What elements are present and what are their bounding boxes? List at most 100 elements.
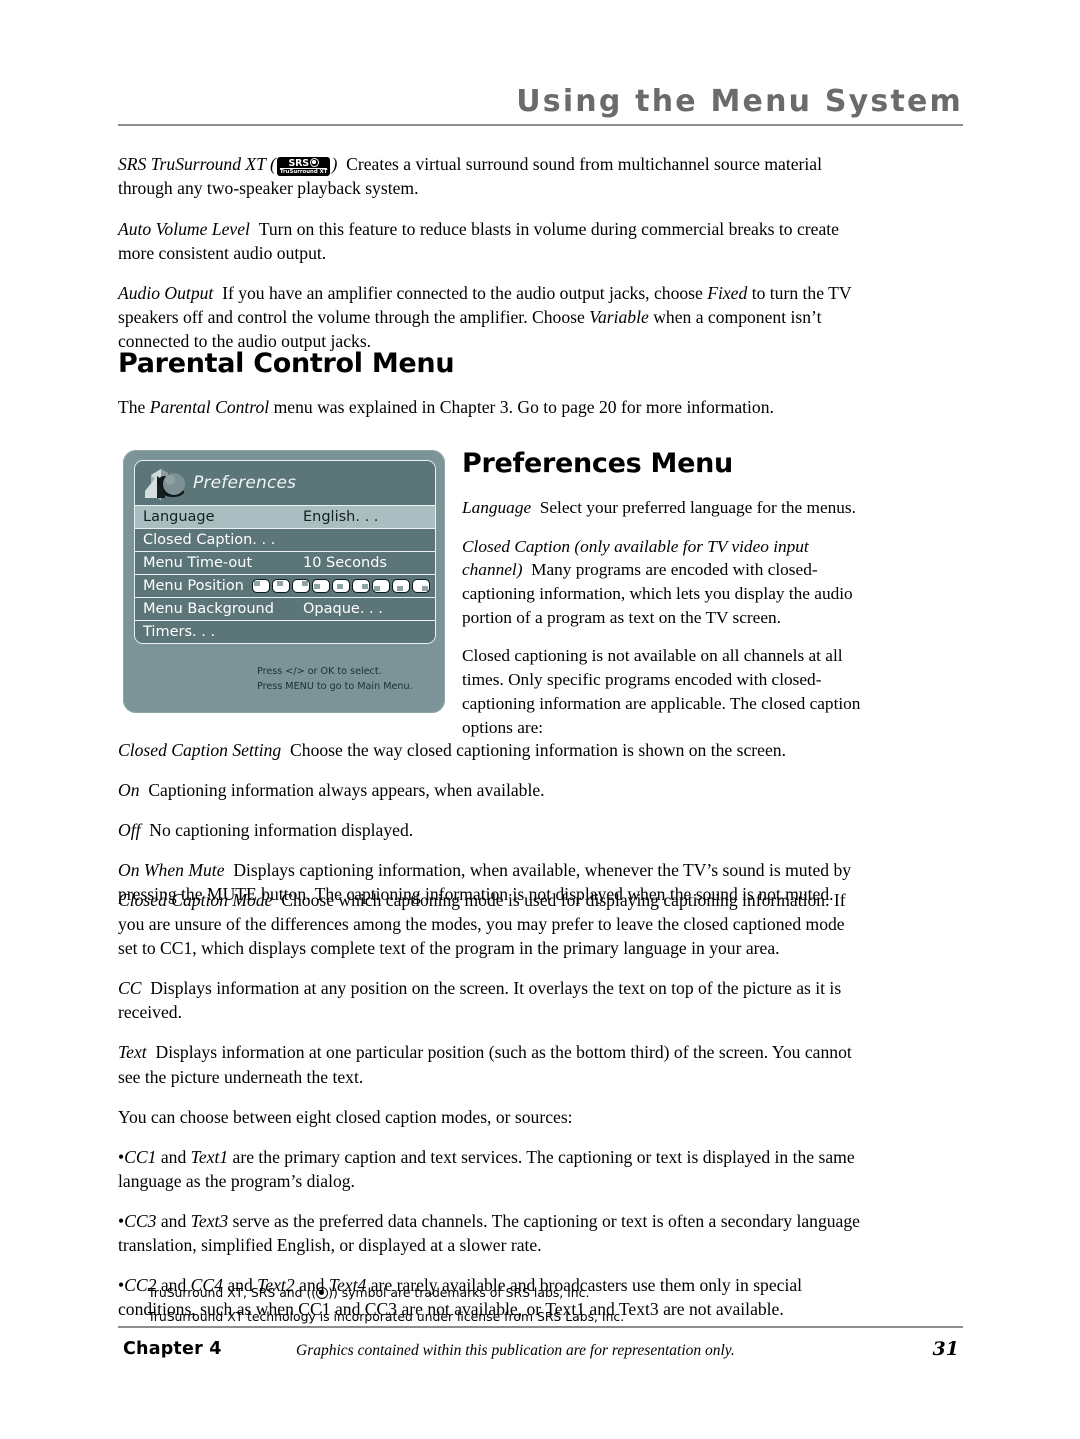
bullet-cc3-text3: •CC3 and Text3 serve as the preferred da… bbox=[118, 1209, 863, 1257]
term-auto-volume-level: Auto Volume Level bbox=[118, 218, 250, 239]
text-mid-1: and bbox=[156, 1146, 191, 1167]
paragraph-cc-mode: Closed Caption Mode Choose which caption… bbox=[118, 888, 863, 960]
term-mode-cc: CC bbox=[118, 978, 142, 999]
term-fixed: Fixed bbox=[707, 282, 748, 303]
menu-row-label: Menu Background bbox=[143, 601, 274, 617]
paragraph-srs-trusurround: SRS TruSurround XT (SRS TruSurround XT) C… bbox=[118, 152, 863, 201]
menu-position-br-icon[interactable] bbox=[411, 579, 430, 593]
paragraph-cc-option-off: Off No captioning information displayed. bbox=[118, 818, 863, 842]
section-title-parental-control: Parental Control Menu bbox=[118, 348, 455, 379]
menu-hint-line-2: Press MENU to go to Main Menu. bbox=[257, 681, 413, 693]
menu-position-marker bbox=[313, 583, 320, 589]
menu-position-bl-icon[interactable] bbox=[371, 579, 390, 593]
trademark-line-2: TruSurround XT technology is incorporate… bbox=[148, 1308, 625, 1324]
text-mode-text: Displays information at one particular p… bbox=[118, 1042, 852, 1087]
trademark-text-1a: TruSurround XT, SRS and (( bbox=[148, 1285, 317, 1300]
text-cc-off: No captioning information displayed. bbox=[149, 820, 414, 841]
term-cc1: CC1 bbox=[124, 1146, 157, 1167]
menu-position-tr-icon[interactable] bbox=[291, 579, 310, 593]
preferences-menu-block: Preferences Menu Language Select your pr… bbox=[462, 448, 862, 754]
menu-row-label: Closed Caption. . . bbox=[143, 532, 276, 548]
menu-position-marker bbox=[276, 581, 283, 586]
menu-position-marker bbox=[336, 583, 343, 589]
paragraph-cc-mode-text: Text Displays information at one particu… bbox=[118, 1040, 863, 1088]
bullet-cc1-text1: •CC1 and Text1 are the primary caption a… bbox=[118, 1145, 863, 1193]
page-footer: Chapter 4 Graphics contained within this… bbox=[118, 1336, 963, 1366]
paragraph-auto-volume-level: Auto Volume Level Turn on this feature t… bbox=[118, 217, 863, 265]
menu-position-tl-icon[interactable] bbox=[251, 579, 270, 593]
menu-row-label: Timers. . . bbox=[143, 624, 216, 640]
srs-symbol-icon bbox=[316, 1287, 329, 1299]
menu-position-icons[interactable] bbox=[251, 579, 430, 593]
menu-row-value: English. . . bbox=[303, 509, 379, 525]
menu-row-menu-background[interactable]: Menu Background Opaque. . . bbox=[135, 597, 435, 620]
term-srs-trusurround: SRS TruSurround XT ( bbox=[118, 154, 276, 174]
footer-page-number: 31 bbox=[932, 1338, 959, 1360]
menu-position-bc-icon[interactable] bbox=[391, 579, 410, 593]
menu-row-closed-caption[interactable]: Closed Caption. . . bbox=[135, 528, 435, 551]
running-head: Using the Menu System bbox=[516, 84, 963, 119]
menu-list-panel: Preferences Language English. . . Closed C… bbox=[134, 460, 436, 644]
document-page: Using the Menu System SRS TruSurround XT… bbox=[0, 0, 1080, 1439]
text-bullet-1-rest: are the primary caption and text service… bbox=[118, 1146, 855, 1191]
srs-logo-top-text: SRS bbox=[288, 157, 309, 169]
srs-logo-icon: SRS TruSurround XT bbox=[276, 156, 331, 177]
footer-chapter-label: Chapter 4 bbox=[123, 1339, 222, 1359]
menu-row-label: Menu Position bbox=[143, 578, 244, 594]
trademark-text-1b: )) symbol are trademarks of SRS labs, In… bbox=[328, 1285, 590, 1300]
paragraph-audio-output: Audio Output If you have an amplifier co… bbox=[118, 281, 863, 353]
menu-position-marker bbox=[396, 586, 403, 591]
menu-row-menu-position[interactable]: Menu Position bbox=[135, 574, 435, 597]
menu-rows-container: Language English. . . Closed Caption. . . M… bbox=[135, 505, 435, 643]
parental-control-block: Parental Control Menu The Parental Contr… bbox=[118, 348, 863, 435]
term-text1: Text1 bbox=[190, 1146, 229, 1167]
text-cc-on: Captioning information always appears, w… bbox=[148, 780, 545, 801]
term-text3: Text3 bbox=[190, 1210, 229, 1231]
preferences-menu-screenshot: Preferences Language English. . . Closed C… bbox=[123, 450, 445, 713]
text-parental-intro-1: The bbox=[118, 397, 150, 417]
text-mid-2: and bbox=[156, 1210, 191, 1231]
paragraph-cc-setting: Closed Caption Setting Choose the way cl… bbox=[118, 738, 863, 762]
menu-position-marker bbox=[253, 581, 260, 586]
text-audio-output-1: If you have an amplifier connected to th… bbox=[222, 282, 708, 303]
menu-row-language[interactable]: Language English. . . bbox=[135, 505, 435, 528]
srs-dot-icon bbox=[309, 157, 319, 167]
footer-note: Graphics contained within this publicati… bbox=[296, 1342, 735, 1359]
menu-hint-text: Press </> or OK to select. Press MENU to… bbox=[257, 665, 413, 695]
menu-position-mr-icon[interactable] bbox=[351, 579, 370, 593]
menu-position-mc-icon[interactable] bbox=[331, 579, 350, 593]
term-cc3: CC3 bbox=[124, 1210, 157, 1231]
text-parental-intro-2: menu was explained in Chapter 3. Go to p… bbox=[269, 397, 774, 417]
srs-logo-bottom-text: TruSurround XT bbox=[279, 169, 328, 175]
menu-title-label: Preferences bbox=[193, 473, 297, 493]
menu-row-label: Language bbox=[143, 509, 215, 525]
preferences-icon bbox=[141, 463, 191, 503]
paragraph-cc-mode-cc: CC Displays information at any position … bbox=[118, 976, 863, 1024]
paragraph-cc-availability: Closed captioning is not available on al… bbox=[462, 646, 861, 737]
term-cc-off: Off bbox=[118, 820, 141, 841]
text-language: Select your preferred language for the m… bbox=[539, 498, 856, 517]
cc-mode-block: Closed Caption Mode Choose which caption… bbox=[118, 888, 863, 1337]
menu-position-marker bbox=[421, 586, 428, 591]
menu-titlebar: Preferences bbox=[135, 461, 435, 505]
menu-row-timers[interactable]: Timers. . . bbox=[135, 620, 435, 643]
term-cc-on: On bbox=[118, 780, 140, 801]
term-cc-setting: Closed Caption Setting bbox=[118, 740, 282, 760]
page-header: Using the Menu System bbox=[118, 86, 963, 126]
paragraph-closed-caption: Closed Caption (only available for TV vi… bbox=[462, 535, 862, 630]
header-divider bbox=[118, 123, 963, 126]
footer-divider bbox=[118, 1326, 963, 1328]
trademark-line-1: TruSurround XT, SRS and (( )) symbol are … bbox=[148, 1281, 868, 1305]
term-variable: Variable bbox=[589, 306, 649, 327]
paragraph-language: Language Select your preferred language … bbox=[462, 496, 862, 520]
menu-row-menu-time-out[interactable]: Menu Time-out 10 Seconds bbox=[135, 551, 435, 574]
term-language: Language bbox=[462, 498, 532, 517]
section-title-preferences: Preferences Menu bbox=[462, 448, 733, 479]
menu-position-tc-icon[interactable] bbox=[271, 579, 290, 593]
menu-position-ml-icon[interactable] bbox=[311, 579, 330, 593]
menu-position-marker bbox=[373, 586, 380, 591]
text-bullet-2-rest: serve as the preferred data channels. Th… bbox=[118, 1210, 860, 1256]
term-cc-mode: Closed Caption Mode bbox=[118, 890, 273, 910]
audio-features-block: SRS TruSurround XT (SRS TruSurround XT) C… bbox=[118, 152, 863, 369]
term-cc-on-when-mute: On When Mute bbox=[118, 860, 225, 881]
